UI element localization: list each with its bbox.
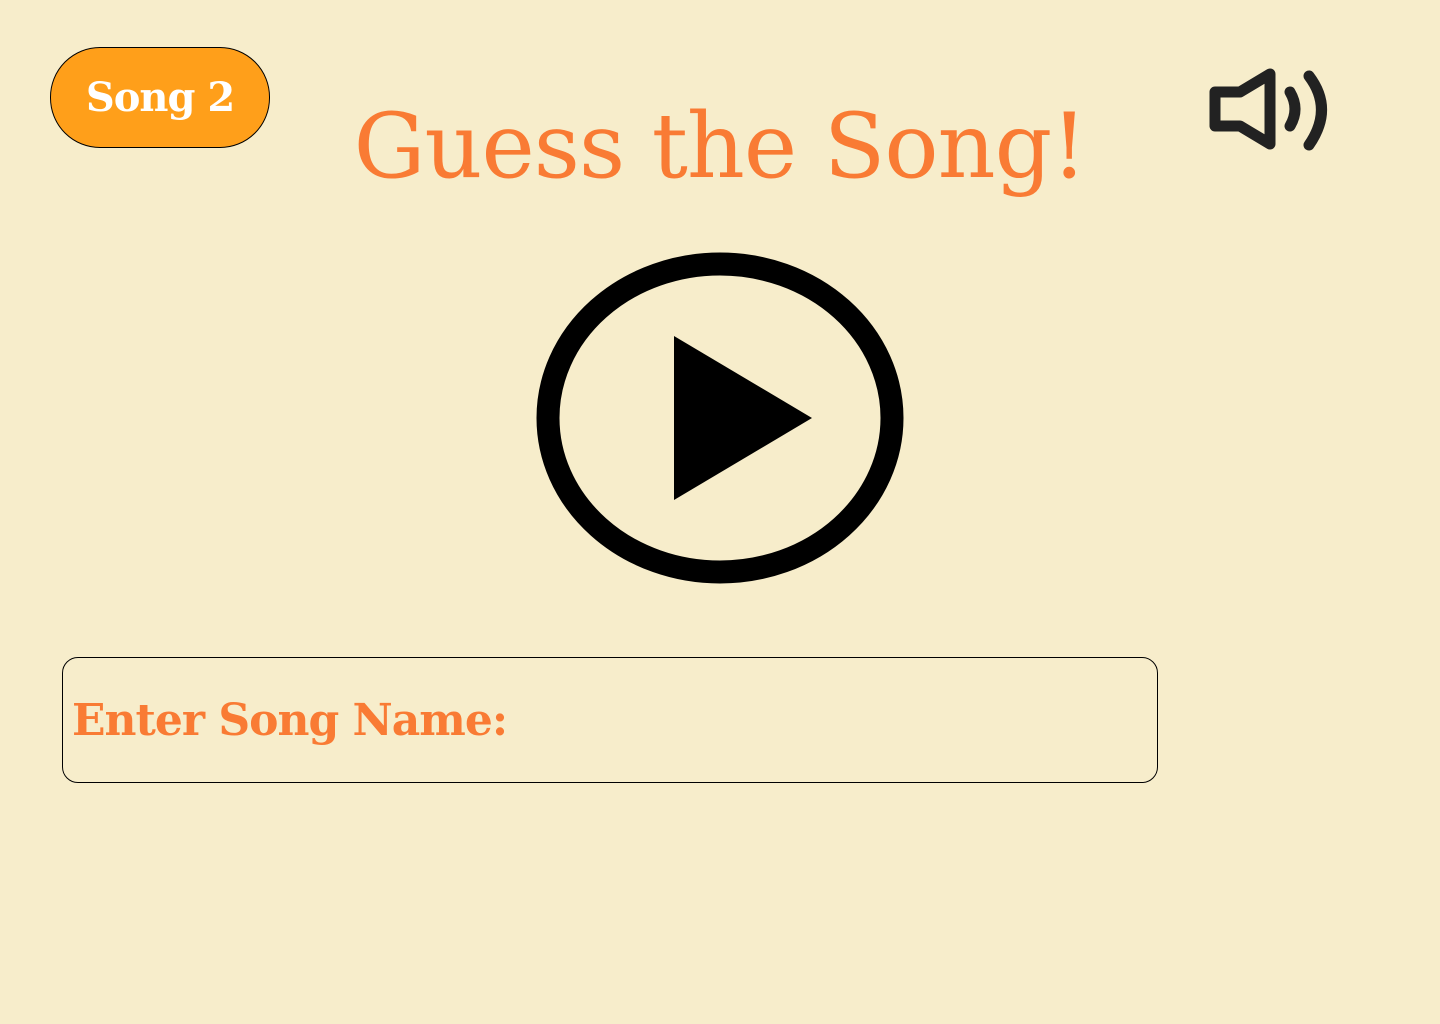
speaker-volume-icon (1209, 68, 1327, 151)
song-name-field[interactable]: Enter Song Name: (62, 657, 1158, 783)
song-name-input[interactable] (507, 657, 1157, 783)
play-button[interactable] (536, 252, 904, 584)
play-circle-icon (536, 252, 904, 584)
volume-button[interactable] (1206, 66, 1336, 154)
song-name-label: Enter Song Name: (72, 694, 508, 746)
